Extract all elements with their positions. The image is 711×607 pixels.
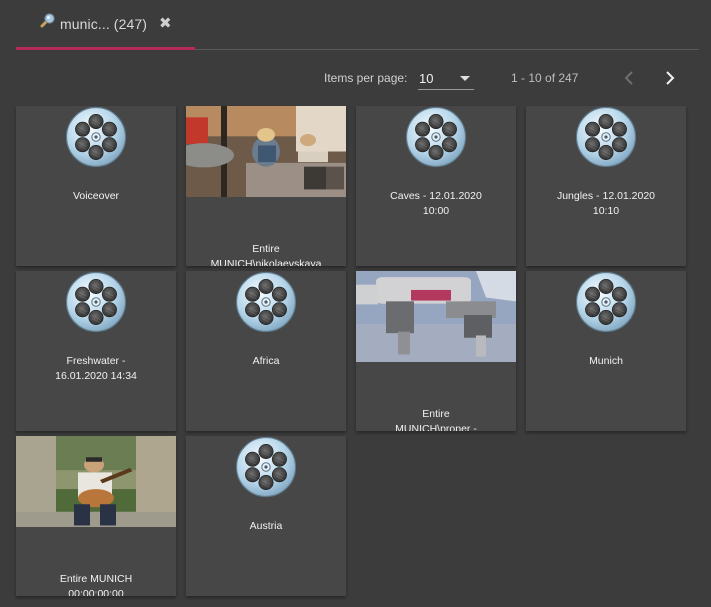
caption-line: Jungles - 12.01.2020 xyxy=(556,190,656,202)
film-reel-icon xyxy=(235,271,297,333)
caret-down-icon xyxy=(460,76,470,81)
caption-line: 10:00 xyxy=(422,205,450,217)
film-reel-icon xyxy=(405,106,467,168)
asset-card[interactable]: Jungles - 12.01.2020 10:10 xyxy=(526,106,686,266)
asset-card[interactable]: Entire MUNICH 00;00;00;00 xyxy=(16,436,176,596)
film-reel-icon xyxy=(65,271,127,333)
asset-caption: Voiceover xyxy=(22,189,170,204)
video-thumbnail xyxy=(186,106,346,197)
tab-search-results[interactable]: munic... (247) ✖ xyxy=(16,0,195,50)
asset-card[interactable]: Africa xyxy=(186,271,346,431)
video-thumbnail xyxy=(356,271,516,362)
caption-line: Freshwater - xyxy=(66,355,126,367)
chevron-left-icon xyxy=(624,71,633,85)
caption-line: Austria xyxy=(249,520,283,532)
tab-label: munic... (247) xyxy=(60,15,147,32)
asset-card[interactable]: Voiceover xyxy=(16,106,176,266)
items-per-page-select[interactable]: 10 xyxy=(418,68,474,90)
items-per-page-label: Items per page: xyxy=(324,71,408,85)
asset-caption: Entire MUNICH\nikolaevskaya xyxy=(192,242,340,266)
items-per-page-value: 10 xyxy=(419,71,434,86)
asset-caption: Munich xyxy=(532,354,680,369)
film-reel-icon xyxy=(65,106,127,168)
caption-line: MUNICH\nikolaevskaya xyxy=(210,258,322,266)
film-reel-icon xyxy=(575,271,637,333)
asset-card[interactable]: Austria xyxy=(186,436,346,596)
asset-caption: EntireMUNICH\proper -5/17/2020 09:2200;0… xyxy=(362,407,510,431)
caption-line: 16.01.2020 14:34 xyxy=(55,370,137,382)
chevron-right-icon xyxy=(666,71,675,85)
asset-caption: Jungles - 12.01.2020 10:10 xyxy=(532,189,680,219)
asset-caption: Freshwater - 16.01.2020 14:34 xyxy=(22,354,170,384)
asset-card[interactable]: Entire MUNICH\nikolaevskaya xyxy=(186,106,346,266)
asset-card[interactable]: Freshwater - 16.01.2020 14:34 xyxy=(16,271,176,431)
caption-line: Munich xyxy=(589,355,623,367)
caption-line: 00;00;00;00 xyxy=(68,588,124,596)
film-reel-icon xyxy=(235,436,297,498)
asset-card[interactable]: Caves - 12.01.2020 10:00 xyxy=(356,106,516,266)
caption-line: Voiceover xyxy=(72,190,120,202)
previous-page-button[interactable] xyxy=(617,66,641,90)
caption-line: Entire MUNICH xyxy=(59,573,133,585)
asset-caption: Austria xyxy=(192,519,340,534)
asset-caption: Caves - 12.01.2020 10:00 xyxy=(362,189,510,219)
close-icon[interactable]: ✖ xyxy=(159,16,172,31)
asset-card[interactable]: EntireMUNICH\proper -5/17/2020 09:2200;0… xyxy=(356,271,516,431)
film-reel-icon xyxy=(575,106,637,168)
tab-bar: munic... (247) ✖ xyxy=(16,0,699,50)
caption-line: Africa xyxy=(252,355,280,367)
page-range: 1 - 10 of 247 xyxy=(511,71,579,85)
video-thumbnail xyxy=(16,436,176,527)
caption-line: Entire xyxy=(422,408,450,420)
caption-line: Caves - 12.01.2020 xyxy=(390,190,482,202)
next-page-button[interactable] xyxy=(658,66,682,90)
asset-caption: Africa xyxy=(192,354,340,369)
asset-card[interactable]: Munich xyxy=(526,271,686,431)
caption-line: Entire xyxy=(252,243,280,255)
magnifier-icon xyxy=(40,12,55,27)
asset-caption: Entire MUNICH 00;00;00;00 xyxy=(22,572,170,596)
caption-line: MUNICH\proper - xyxy=(395,423,477,431)
caption-line: 10:10 xyxy=(592,205,620,217)
